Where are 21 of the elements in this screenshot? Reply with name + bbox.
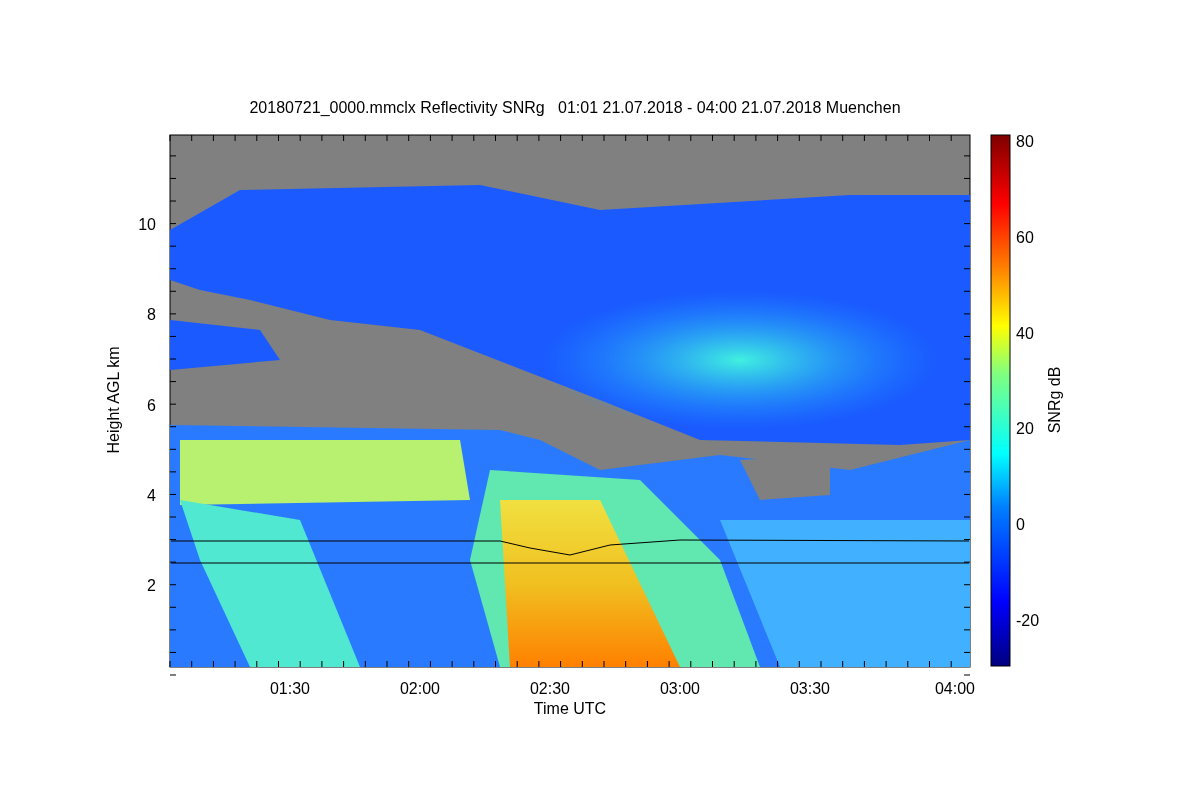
y-tick-label: 8 xyxy=(147,306,156,324)
colorbar-tick-label: 20 xyxy=(1016,420,1034,438)
y-tick-label: 4 xyxy=(147,486,156,504)
x-tick-label: 02:30 xyxy=(530,680,570,697)
x-tick-label: 01:30 xyxy=(270,680,310,697)
chart-title: 20180721_0000.mmclx Reflectivity SNRg 01:01 21.07.2018 - 04:00 21.07.2018 Muenchen xyxy=(249,99,901,116)
x-tick-label: 02:00 xyxy=(400,680,440,697)
y-axis-label: Height AGL km xyxy=(105,346,122,454)
y-tick-label: 2 xyxy=(147,577,156,595)
y-tick-label: 6 xyxy=(147,396,156,414)
x-tick-label: 03:00 xyxy=(660,680,700,697)
colorbar-tick-label: 0 xyxy=(1016,516,1025,534)
colorbar-label: SNRg dB xyxy=(1046,366,1063,434)
x-tick-label: 04:00 xyxy=(935,680,975,697)
colorbar-tick-label: 60 xyxy=(1016,228,1034,246)
colorbar-tick-label: 40 xyxy=(1016,324,1034,342)
x-tick-label: 03:30 xyxy=(790,680,830,697)
x-axis-label: Time UTC xyxy=(533,700,607,717)
colorbar-tick-label: 80 xyxy=(1016,133,1034,150)
y-tick-label: 10 xyxy=(138,216,156,233)
colorbar-tick-label: -20 xyxy=(1016,612,1040,629)
